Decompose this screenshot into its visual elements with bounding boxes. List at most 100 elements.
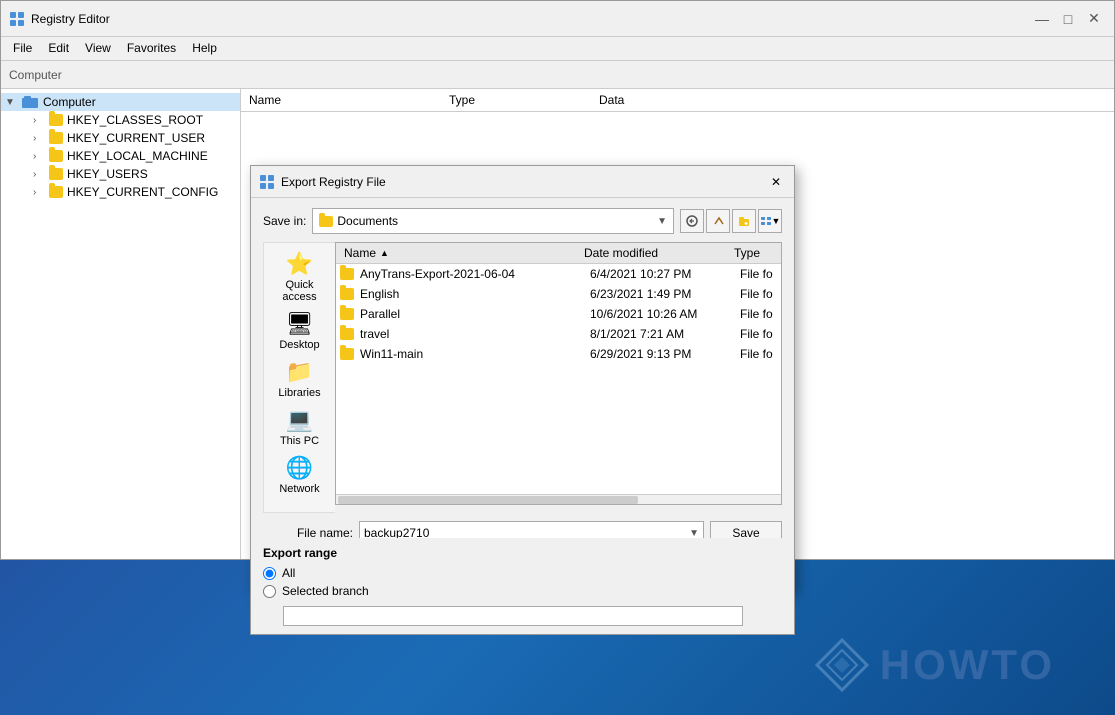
menu-bar: File Edit View Favorites Help: [1, 37, 1114, 61]
file-date: 8/1/2021 7:21 AM: [590, 327, 740, 341]
dialog-title-bar: Export Registry File ✕: [251, 166, 794, 198]
all-radio-row: All: [263, 566, 782, 580]
tree-item-hkcu[interactable]: › HKEY_CURRENT_USER: [1, 129, 240, 147]
file-folder-icon: [340, 288, 354, 300]
scrollbar-thumb: [338, 496, 638, 504]
date-sort-header[interactable]: Date modified: [580, 243, 730, 263]
tree-item-hku[interactable]: › HKEY_USERS: [1, 165, 240, 183]
file-type: File fo: [740, 347, 777, 361]
tree-label-hklm: HKEY_LOCAL_MACHINE: [67, 149, 208, 163]
tree-item-hklm[interactable]: › HKEY_LOCAL_MACHINE: [1, 147, 240, 165]
selected-branch-radio-row: Selected branch: [263, 584, 782, 598]
nav-back-button[interactable]: [680, 209, 704, 233]
name-sort-arrow: ▲: [380, 248, 389, 258]
nav-libraries[interactable]: 📁 Libraries: [267, 355, 333, 403]
minimize-button[interactable]: —: [1030, 7, 1054, 31]
dialog-body: Save in: Documents ▼: [251, 198, 794, 591]
folder-icon-hkcc: [49, 186, 63, 198]
network-label: Network: [279, 483, 319, 495]
folder-icon-hku: [49, 168, 63, 180]
title-bar: Registry Editor — □ ✕: [1, 1, 1114, 37]
save-in-arrow: ▼: [657, 216, 667, 227]
file-list-sort-header: Name ▲ Date modified Type: [336, 243, 781, 264]
quick-access-icon: ⭐: [286, 251, 313, 277]
file-date: 6/4/2021 10:27 PM: [590, 267, 740, 281]
type-col-label: Type: [734, 246, 760, 260]
tree-panel: ▼ Computer › HKEY_CLASSES_ROOT › HKEY_CU…: [1, 89, 241, 559]
arrow-hklm: ›: [33, 151, 49, 162]
toolbar-buttons: ▼: [680, 209, 782, 233]
name-sort-header[interactable]: Name ▲: [340, 243, 580, 263]
file-name: AnyTrans-Export-2021-06-04: [360, 267, 515, 281]
file-row[interactable]: Parallel 10/6/2021 10:26 AM File fo: [336, 304, 781, 324]
horizontal-scrollbar[interactable]: [336, 494, 781, 504]
file-folder-icon: [340, 268, 354, 280]
tree-label-hku: HKEY_USERS: [67, 167, 148, 181]
save-in-label: Save in:: [263, 214, 306, 228]
file-name: Win11-main: [360, 347, 423, 361]
file-type: File fo: [740, 267, 777, 281]
file-name-cell: AnyTrans-Export-2021-06-04: [340, 267, 590, 281]
menu-help[interactable]: Help: [184, 39, 225, 58]
address-value: Computer: [9, 68, 62, 82]
nav-desktop[interactable]: 🖥 Desktop: [267, 307, 333, 355]
file-date: 6/23/2021 1:49 PM: [590, 287, 740, 301]
dialog-close-button[interactable]: ✕: [766, 172, 786, 192]
file-row[interactable]: travel 8/1/2021 7:21 AM File fo: [336, 324, 781, 344]
file-name: travel: [360, 327, 389, 341]
file-row[interactable]: Win11-main 6/29/2021 9:13 PM File fo: [336, 344, 781, 364]
maximize-button[interactable]: □: [1056, 7, 1080, 31]
tree-computer[interactable]: ▼ Computer: [1, 93, 240, 111]
file-name-cell: travel: [340, 327, 590, 341]
nav-up-button[interactable]: [706, 209, 730, 233]
file-type: File fo: [740, 307, 777, 321]
all-radio-button[interactable]: [263, 567, 276, 580]
tree-item-hkcc[interactable]: › HKEY_CURRENT_CONFIG: [1, 183, 240, 201]
menu-view[interactable]: View: [77, 39, 119, 58]
file-name-cell: English: [340, 287, 590, 301]
all-radio-label: All: [282, 566, 295, 580]
network-icon: 🌐: [286, 455, 313, 481]
type-sort-header[interactable]: Type: [730, 243, 777, 263]
save-in-row: Save in: Documents ▼: [263, 208, 782, 234]
nav-quick-access[interactable]: ⭐ Quick access: [267, 247, 333, 307]
libraries-icon: 📁: [286, 359, 313, 385]
arrow-hkcr: ›: [33, 115, 49, 126]
selected-branch-radio-button[interactable]: [263, 585, 276, 598]
tree-computer-label: Computer: [43, 95, 96, 109]
tree-label-hkcu: HKEY_CURRENT_USER: [67, 131, 205, 145]
arrow-hku: ›: [33, 169, 49, 180]
name-col-label: Name: [344, 246, 376, 260]
nav-network[interactable]: 🌐 Network: [267, 451, 333, 499]
file-row[interactable]: AnyTrans-Export-2021-06-04 6/4/2021 10:2…: [336, 264, 781, 284]
folder-icon-hkcu: [49, 132, 63, 144]
menu-edit[interactable]: Edit: [40, 39, 77, 58]
expand-arrow: ▼: [5, 97, 21, 108]
new-folder-button[interactable]: [732, 209, 756, 233]
selected-branch-label: Selected branch: [282, 584, 369, 598]
view-options-button[interactable]: ▼: [758, 209, 782, 233]
file-name: Parallel: [360, 307, 400, 321]
file-name-cell: Parallel: [340, 307, 590, 321]
window-title: Registry Editor: [31, 12, 1030, 26]
save-in-value: Documents: [337, 214, 657, 228]
file-list-body: AnyTrans-Export-2021-06-04 6/4/2021 10:2…: [336, 264, 781, 494]
menu-file[interactable]: File: [5, 39, 40, 58]
watermark: HOWTO: [812, 635, 1055, 695]
save-in-select[interactable]: Documents ▼: [312, 208, 674, 234]
menu-favorites[interactable]: Favorites: [119, 39, 184, 58]
desktop-label: Desktop: [279, 339, 319, 351]
close-button[interactable]: ✕: [1082, 7, 1106, 31]
nav-this-pc[interactable]: 💻 This PC: [267, 403, 333, 451]
dialog-main-area: ⭐ Quick access 🖥 Desktop 📁 Libraries 💻 T…: [263, 242, 782, 513]
this-pc-icon: 💻: [286, 407, 313, 433]
branch-input[interactable]: [283, 606, 743, 626]
howto-text: HOWTO: [880, 641, 1055, 689]
file-row[interactable]: English 6/23/2021 1:49 PM File fo: [336, 284, 781, 304]
tree-item-hkcr[interactable]: › HKEY_CLASSES_ROOT: [1, 111, 240, 129]
export-range-section: Export range All Selected branch: [250, 538, 795, 635]
file-folder-icon: [340, 328, 354, 340]
column-headers: Name Type Data: [241, 89, 1114, 112]
app-icon: [9, 11, 25, 27]
desktop-icon: 🖥: [286, 311, 314, 337]
